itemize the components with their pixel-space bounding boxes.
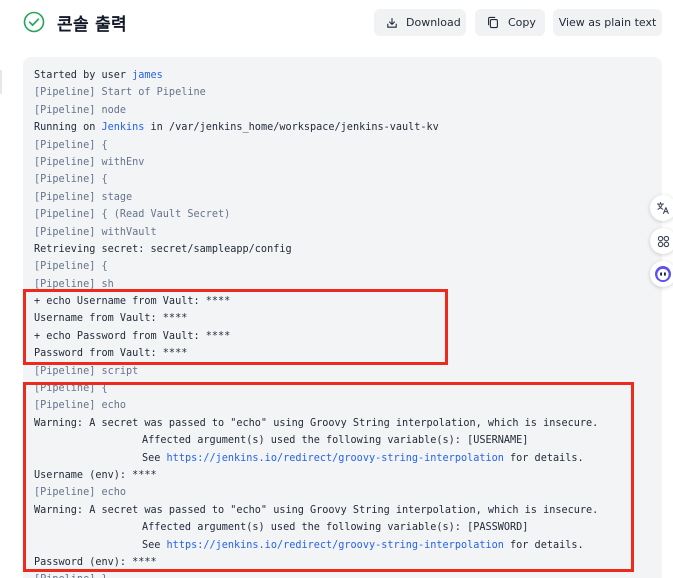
download-button[interactable]: Download bbox=[374, 9, 466, 36]
console-text: [Pipeline] node bbox=[34, 104, 127, 116]
console-text: [Pipeline] { (Read Vault Secret) bbox=[34, 209, 231, 221]
console-line: [Pipeline] { bbox=[34, 258, 598, 275]
console-text: Running on bbox=[34, 122, 102, 134]
console-line: [Pipeline] } bbox=[34, 571, 598, 578]
view-plain-text-label: View as plain text bbox=[558, 16, 657, 29]
console-text: [Pipeline] stage bbox=[34, 191, 133, 203]
console-line: [Pipeline] node bbox=[34, 102, 598, 119]
console-line: [Pipeline] Start of Pipeline bbox=[34, 84, 598, 101]
left-edge-divider bbox=[0, 70, 2, 94]
console-link[interactable]: Jenkins bbox=[101, 122, 144, 133]
console-line: [Pipeline] withVault bbox=[34, 224, 598, 241]
translate-icon bbox=[657, 202, 669, 214]
apps-icon bbox=[657, 235, 669, 247]
console-link[interactable]: james bbox=[132, 70, 163, 81]
console-text: in /var/jenkins_home/workspace/jenkins-v… bbox=[144, 122, 439, 134]
console-line: [Pipeline] script bbox=[34, 363, 598, 380]
console-text: [Pipeline] withEnv bbox=[34, 156, 145, 168]
console-text: [Pipeline] { bbox=[34, 139, 108, 151]
console-line: [Pipeline] { bbox=[34, 171, 598, 188]
download-icon bbox=[387, 17, 397, 28]
page-header: 콘솔 출력 Download Copy View as plain text bbox=[0, 0, 673, 46]
copy-button-label: Copy bbox=[508, 16, 536, 29]
console-text: [Pipeline] { bbox=[34, 261, 108, 273]
console-line: Running on Jenkins in /var/jenkins_home/… bbox=[34, 119, 598, 136]
console-line: [Pipeline] { (Read Vault Secret) bbox=[34, 206, 598, 223]
copy-icon bbox=[488, 16, 498, 29]
download-button-label: Download bbox=[406, 16, 461, 29]
console-text: Started by user bbox=[34, 70, 133, 81]
env-echo-highlight bbox=[23, 382, 634, 572]
view-plain-text-button[interactable]: View as plain text bbox=[553, 9, 662, 36]
page-title: 콘솔 출력 bbox=[57, 15, 127, 35]
copy-button[interactable]: Copy bbox=[475, 9, 545, 36]
vault-output-highlight bbox=[23, 289, 448, 365]
console-line: [Pipeline] withEnv bbox=[34, 154, 598, 171]
check-circle-icon bbox=[23, 11, 45, 33]
console-text: [Pipeline] script bbox=[34, 365, 139, 377]
console-text: [Pipeline] Start of Pipeline bbox=[34, 87, 206, 99]
apps-button[interactable] bbox=[650, 228, 673, 254]
console-output-page: 콘솔 출력 Download Copy View as plain text S… bbox=[0, 0, 673, 578]
assistant-bot-icon bbox=[655, 266, 671, 282]
console-line: [Pipeline] stage bbox=[34, 189, 598, 206]
console-text: Retrieving secret: secret/sampleapp/conf… bbox=[34, 243, 292, 255]
console-text: [Pipeline] } bbox=[34, 574, 108, 578]
console-text: [Pipeline] { bbox=[34, 174, 108, 186]
console-line: Started by user james bbox=[34, 67, 598, 84]
translate-button[interactable] bbox=[650, 195, 673, 221]
console-text: [Pipeline] withVault bbox=[34, 226, 157, 238]
console-line: Retrieving secret: secret/sampleapp/conf… bbox=[34, 241, 598, 258]
console-line: [Pipeline] { bbox=[34, 137, 598, 154]
assistant-button[interactable] bbox=[650, 261, 673, 287]
